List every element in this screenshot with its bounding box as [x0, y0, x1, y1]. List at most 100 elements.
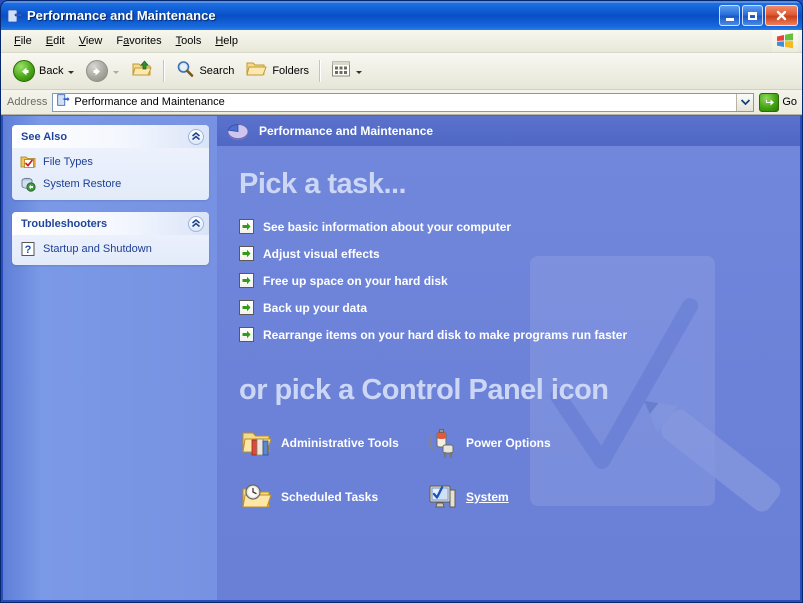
menu-view[interactable]: View	[72, 33, 110, 49]
scheduled-tasks-icon	[241, 481, 273, 513]
green-arrow-icon	[239, 273, 254, 288]
forward-dropdown-icon	[113, 71, 120, 74]
administrative-tools-icon	[241, 427, 273, 459]
task-item[interactable]: Free up space on your hard disk	[239, 273, 800, 288]
panel-see-also: See Also File Types System Restore	[12, 125, 209, 200]
views-grid-icon	[331, 60, 351, 83]
go-arrow-icon	[759, 92, 780, 112]
search-label: Search	[199, 65, 235, 77]
menu-help[interactable]: Help	[208, 33, 245, 49]
task-item[interactable]: Adjust visual effects	[239, 246, 800, 261]
task-label: Back up your data	[263, 300, 368, 315]
window-title: Performance and Maintenance	[27, 8, 216, 23]
cp-item-label: Administrative Tools	[281, 436, 399, 450]
cp-item-label: System	[466, 490, 509, 504]
menu-bar: File Edit View Favorites Tools Help	[1, 30, 802, 53]
menu-file[interactable]: File	[7, 33, 39, 49]
menu-favorites[interactable]: Favorites	[109, 33, 168, 49]
cp-item-system[interactable]: System	[426, 481, 800, 513]
sidebar-link-system-restore[interactable]: System Restore	[20, 176, 203, 192]
search-button[interactable]: Search	[169, 55, 240, 87]
task-item[interactable]: Back up your data	[239, 300, 800, 315]
toolbar: Back Search Folders	[1, 53, 802, 90]
content-header: Performance and Maintenance	[217, 116, 800, 146]
cp-item-scheduled-tasks[interactable]: Scheduled Tasks	[241, 481, 416, 513]
panel-header-see-also[interactable]: See Also	[12, 125, 209, 148]
folders-label: Folders	[272, 65, 310, 77]
control-panel-applet-icon	[6, 8, 23, 24]
task-label: Free up space on your hard disk	[263, 273, 448, 288]
folders-button[interactable]: Folders	[240, 55, 315, 87]
search-icon	[175, 59, 195, 84]
green-arrow-icon	[239, 300, 254, 315]
folders-icon	[246, 59, 268, 84]
panel-title: Troubleshooters	[21, 217, 108, 230]
address-input[interactable]: Performance and Maintenance	[52, 92, 755, 112]
file-types-icon	[20, 154, 36, 170]
sidebar-link-startup-and-shutdown[interactable]: ? Startup and Shutdown	[20, 241, 203, 257]
forward-button	[80, 55, 125, 87]
sidebar-link-label: System Restore	[43, 178, 122, 190]
task-label: Adjust visual effects	[263, 246, 380, 261]
system-restore-icon	[20, 176, 36, 192]
content-area: Performance and Maintenance Pick a task.…	[217, 116, 800, 600]
pie-chart-icon	[225, 118, 251, 144]
panel-body-see-also: File Types System Restore	[12, 148, 209, 200]
control-panel-icon-grid: Administrative Tools Power Options Sched…	[239, 427, 800, 513]
green-arrow-icon	[239, 246, 254, 261]
address-value: Performance and Maintenance	[74, 96, 225, 108]
address-dropdown-icon[interactable]	[736, 93, 754, 111]
sidebar-link-label: File Types	[43, 156, 93, 168]
windows-flag-icon	[772, 30, 798, 52]
address-bar: Address Performance and Maintenance Go	[1, 90, 802, 115]
system-icon	[426, 481, 458, 513]
svg-text:?: ?	[25, 244, 32, 256]
task-label: See basic information about your compute…	[263, 219, 512, 234]
go-label: Go	[782, 96, 797, 108]
menu-tools[interactable]: Tools	[169, 33, 209, 49]
task-label: Rearrange items on your hard disk to mak…	[263, 327, 628, 342]
address-label: Address	[7, 96, 48, 108]
close-button[interactable]	[765, 5, 798, 26]
menu-edit[interactable]: Edit	[39, 33, 72, 49]
cp-item-label: Scheduled Tasks	[281, 490, 379, 504]
minimize-button[interactable]	[719, 5, 740, 26]
chevron-up-icon[interactable]	[188, 215, 204, 232]
window-controls	[719, 5, 798, 26]
sidebar-link-label: Startup and Shutdown	[43, 243, 152, 255]
panel-header-troubleshooters[interactable]: Troubleshooters	[12, 212, 209, 235]
green-arrow-icon	[239, 327, 254, 342]
title-bar: Performance and Maintenance	[1, 1, 802, 30]
cp-item-label: Power Options	[466, 436, 551, 450]
task-item[interactable]: Rearrange items on your hard disk to mak…	[239, 327, 800, 342]
chevron-up-icon[interactable]	[188, 128, 204, 145]
back-label: Back	[39, 65, 64, 77]
up-folder-icon	[131, 59, 153, 84]
cp-item-power-options[interactable]: Power Options	[426, 427, 800, 459]
maximize-button[interactable]	[742, 5, 763, 26]
back-button[interactable]: Back	[7, 55, 80, 87]
toolbar-separator-2	[319, 60, 322, 82]
go-button[interactable]: Go	[759, 92, 797, 112]
task-pane-sidebar: See Also File Types System Restore Troub…	[3, 116, 217, 600]
task-item[interactable]: See basic information about your compute…	[239, 219, 800, 234]
views-dropdown-icon[interactable]	[356, 71, 363, 74]
panel-body-troubleshooters: ? Startup and Shutdown	[12, 235, 209, 265]
forward-arrow-icon	[86, 60, 109, 82]
up-button[interactable]	[125, 55, 159, 87]
explorer-window: Performance and Maintenance File Edit Vi…	[0, 0, 803, 603]
views-button[interactable]	[325, 55, 368, 87]
toolbar-separator	[163, 60, 166, 82]
content-body: Pick a task... See basic information abo…	[217, 146, 800, 513]
help-question-icon: ?	[20, 241, 36, 257]
panel-title: See Also	[21, 130, 68, 143]
content-header-title: Performance and Maintenance	[259, 124, 434, 138]
address-applet-icon	[56, 93, 70, 112]
power-options-icon	[426, 427, 458, 459]
task-heading: Pick a task...	[239, 168, 407, 200]
sidebar-link-file-types[interactable]: File Types	[20, 154, 203, 170]
control-panel-heading: or pick a Control Panel icon	[239, 374, 609, 406]
cp-item-administrative-tools[interactable]: Administrative Tools	[241, 427, 416, 459]
main-area: See Also File Types System Restore Troub…	[1, 115, 802, 602]
back-dropdown-icon[interactable]	[68, 71, 75, 74]
